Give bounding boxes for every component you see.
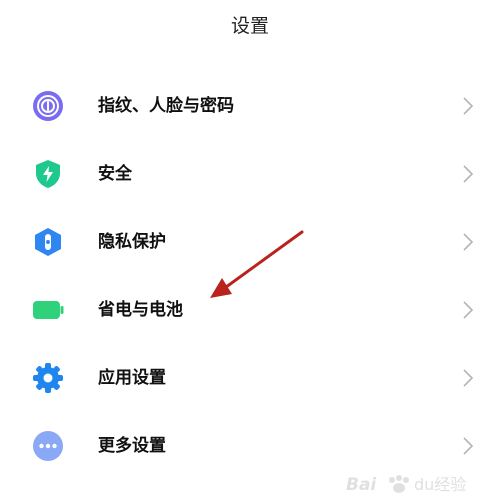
- battery-icon: [32, 294, 64, 326]
- settings-item-label: 指纹、人脸与密码: [98, 96, 234, 116]
- settings-item-label: 隐私保护: [98, 232, 166, 252]
- settings-item-label: 省电与电池: [98, 300, 183, 320]
- privacy-icon: [32, 226, 64, 258]
- settings-item-security[interactable]: 安全: [0, 140, 500, 208]
- settings-item-label: 更多设置: [98, 436, 166, 456]
- fingerprint-icon: [32, 90, 64, 122]
- svg-text:du经验: du经验: [414, 475, 466, 494]
- settings-item-label: 应用设置: [98, 368, 166, 388]
- settings-item-battery[interactable]: 省电与电池: [0, 276, 500, 344]
- more-icon: [32, 430, 64, 462]
- settings-item-app-settings[interactable]: 应用设置: [0, 344, 500, 412]
- chevron-right-icon: [462, 368, 474, 388]
- settings-item-label: 安全: [98, 164, 132, 184]
- gear-icon: [32, 362, 64, 394]
- settings-list: 指纹、人脸与密码 安全 隐私保护 省电与电池 应用设置 更多设置: [0, 72, 500, 480]
- page-title: 设置: [230, 15, 269, 37]
- settings-screen: 设置 指纹、人脸与密码 安全 隐私保护 省电与电池 应用设置 更多设置 Bai …: [0, 0, 500, 500]
- chevron-right-icon: [462, 96, 474, 116]
- svg-text:Bai: Bai: [346, 475, 377, 495]
- baidu-watermark: Bai du经验: [344, 470, 494, 496]
- chevron-right-icon: [462, 164, 474, 184]
- chevron-right-icon: [462, 232, 474, 252]
- chevron-right-icon: [462, 436, 474, 456]
- shield-icon: [32, 158, 64, 190]
- settings-item-privacy[interactable]: 隐私保护: [0, 208, 500, 276]
- chevron-right-icon: [462, 300, 474, 320]
- settings-item-fingerprint-face-password[interactable]: 指纹、人脸与密码: [0, 72, 500, 140]
